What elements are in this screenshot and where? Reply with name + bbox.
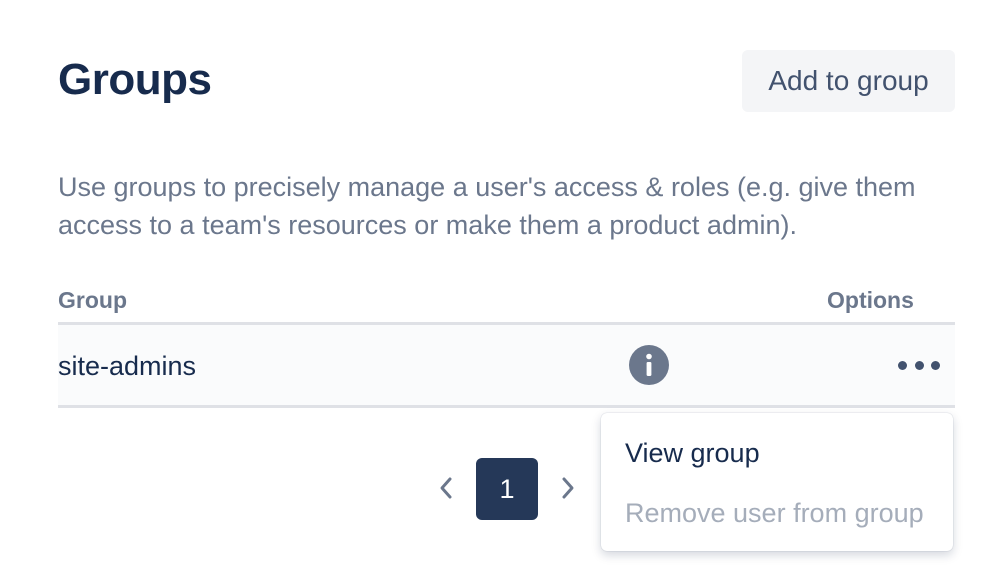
info-icon[interactable]	[629, 345, 669, 385]
more-dot	[931, 360, 940, 370]
page-button-current[interactable]: 1	[476, 458, 538, 520]
options-dropdown-menu: View group Remove user from group	[601, 413, 953, 551]
chevron-left-icon	[440, 477, 452, 499]
column-header-options: Options	[827, 287, 914, 313]
page-title: Groups	[58, 55, 212, 104]
groups-page: Groups Add to group Use groups to precis…	[0, 0, 999, 576]
menu-item-remove-user-from-group: Remove user from group	[625, 498, 924, 528]
group-name: site-admins	[58, 351, 197, 381]
groups-description: Use groups to precisely manage a user's …	[58, 172, 916, 240]
more-dot	[898, 360, 907, 370]
more-dot	[914, 360, 924, 370]
more-options-icon[interactable]	[894, 351, 944, 379]
pagination-prev[interactable]	[429, 470, 463, 506]
pagination-next[interactable]	[551, 470, 585, 506]
menu-item-view-group[interactable]: View group	[601, 425, 953, 481]
table-row: site-admins	[58, 325, 955, 405]
chevron-right-icon	[562, 477, 574, 499]
add-to-group-button[interactable]: Add to group	[742, 50, 955, 112]
column-header-group: Group	[58, 287, 127, 313]
info-icon-glyph	[646, 353, 652, 376]
row-divider	[58, 405, 955, 408]
